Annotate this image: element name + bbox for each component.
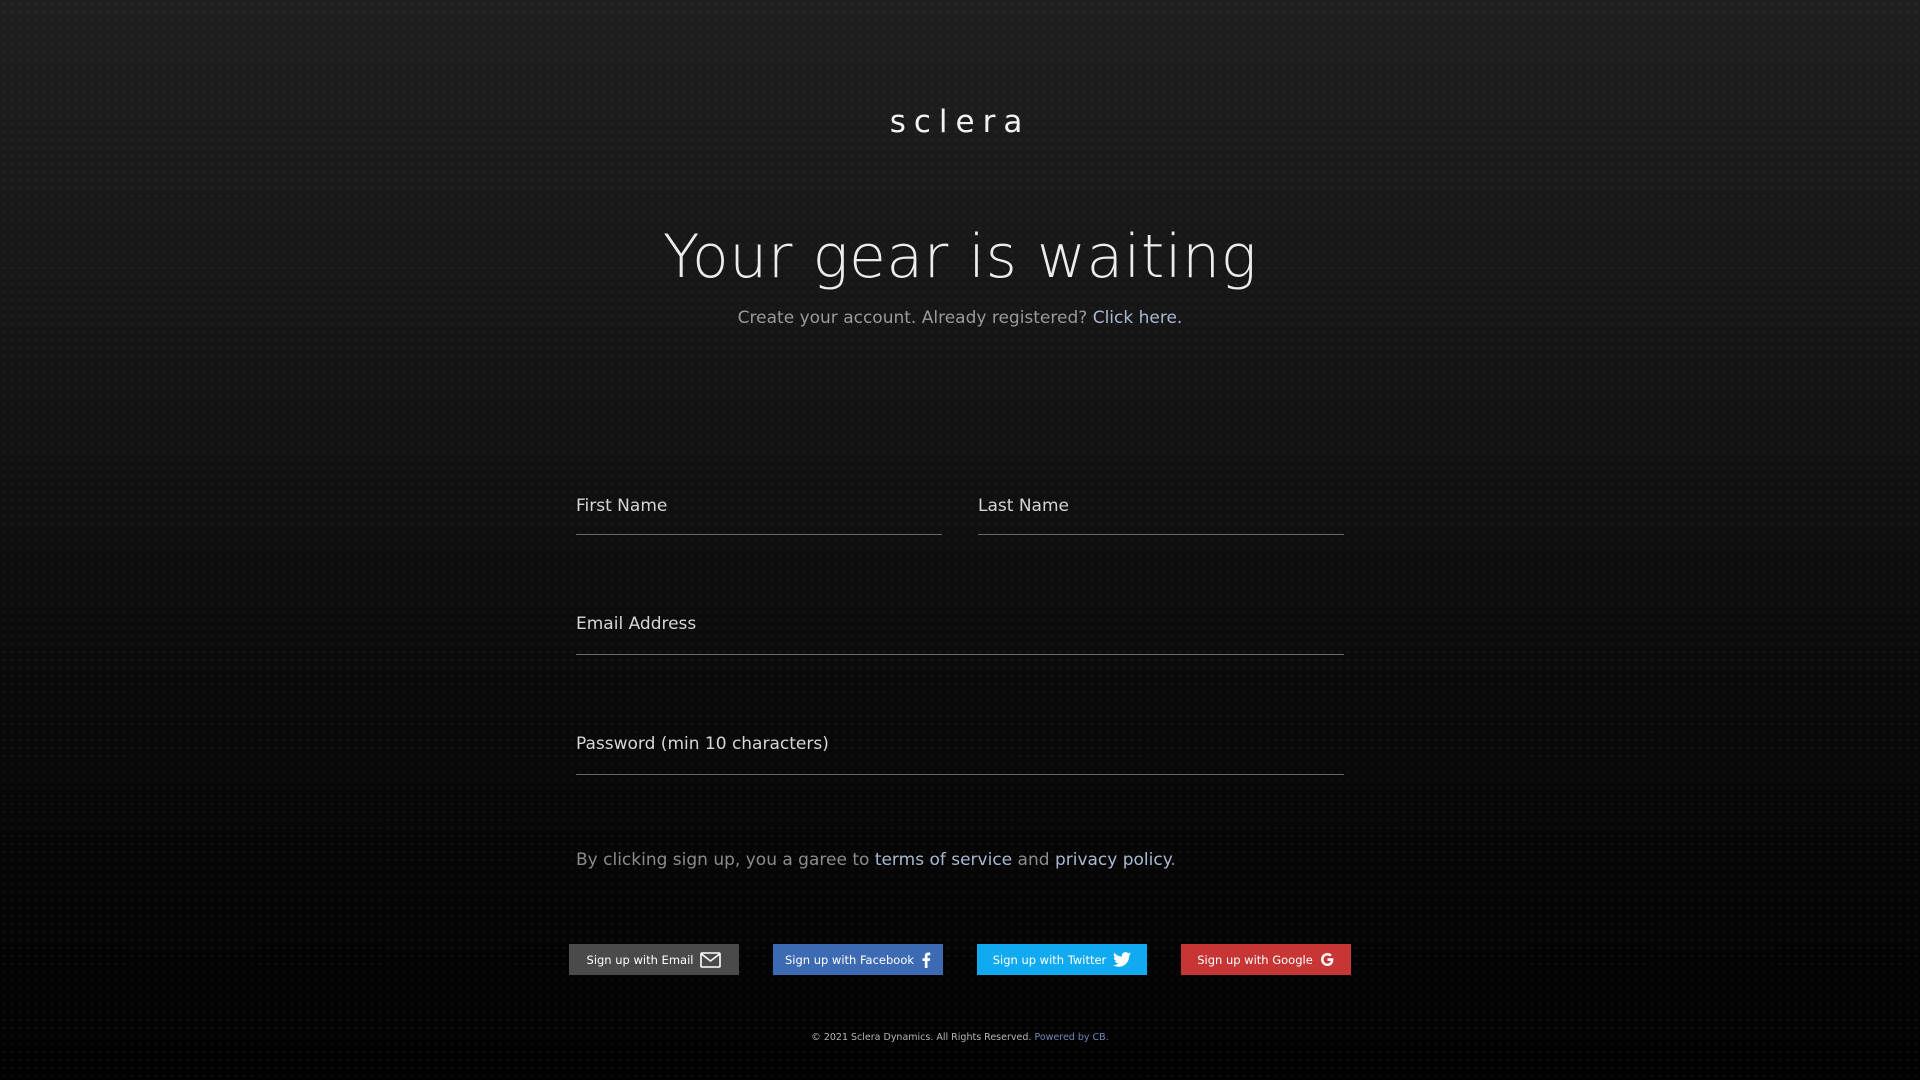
page-title: Your gear is waiting — [662, 222, 1258, 292]
first-name-field[interactable] — [576, 494, 942, 535]
privacy-policy-link[interactable]: privacy policy — [1055, 850, 1170, 870]
signup-email-label: Sign up with Email — [586, 952, 694, 967]
signup-twitter-label: Sign up with Twitter — [992, 952, 1107, 967]
terms-suffix: . — [1170, 850, 1176, 870]
last-name-field[interactable] — [978, 494, 1344, 535]
signup-facebook-button[interactable]: Sign up with Facebook — [773, 944, 943, 975]
powered-by-link[interactable]: Powered by CB. — [1034, 1032, 1108, 1043]
signup-facebook-label: Sign up with Facebook — [784, 952, 915, 967]
terms-of-service-link[interactable]: terms of service — [875, 850, 1012, 870]
twitter-icon — [1113, 952, 1132, 967]
subtitle-text: Create your account. Already registered? — [737, 308, 1088, 328]
brand-logo[interactable]: sclera — [0, 104, 1920, 140]
page-footer: © 2021 Sclera Dynamics. All Rights Reser… — [0, 1032, 1920, 1043]
page-subtitle: Create your account. Already registered?… — [0, 308, 1920, 328]
signup-google-label: Sign up with Google — [1197, 952, 1313, 967]
signup-email-button[interactable]: Sign up with Email — [569, 944, 739, 975]
terms-prefix: By clicking sign up, you a garee to — [576, 850, 870, 870]
facebook-icon — [921, 952, 931, 968]
google-icon — [1320, 952, 1335, 967]
terms-notice: By clicking sign up, you a garee to term… — [576, 850, 1176, 870]
signup-page: sclera Your gear is waiting Create your … — [0, 0, 1920, 1080]
email-field[interactable] — [576, 610, 1344, 655]
login-link[interactable]: Click here. — [1093, 308, 1183, 328]
terms-conjunction: and — [1017, 850, 1050, 870]
copyright-text: © 2021 Sclera Dynamics. All Rights Reser… — [811, 1032, 1032, 1043]
signup-twitter-button[interactable]: Sign up with Twitter — [977, 944, 1147, 975]
envelope-icon — [700, 951, 722, 968]
password-field[interactable] — [576, 730, 1344, 775]
signup-google-button[interactable]: Sign up with Google — [1181, 944, 1351, 975]
